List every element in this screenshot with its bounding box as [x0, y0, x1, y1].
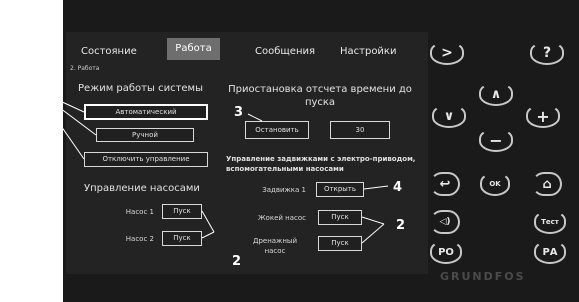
callout-1: 1	[30, 78, 40, 93]
minus-key[interactable]: −	[479, 128, 513, 152]
ok-key[interactable]: OK	[480, 172, 510, 196]
grundfos-logo: GRUNDFOS	[440, 270, 526, 283]
next-key[interactable]: >	[430, 41, 464, 65]
callout-2-right: 2	[396, 218, 406, 233]
mute-key[interactable]: ◁)	[430, 210, 460, 234]
home-key[interactable]: ⌂	[532, 172, 562, 196]
po-label: РО	[438, 246, 454, 258]
back-arrow-icon: ↩	[439, 176, 451, 192]
callout-4: 4	[393, 180, 403, 195]
help-icon: ?	[542, 45, 552, 61]
test-key[interactable]: Тест	[534, 210, 566, 234]
ok-label: OK	[489, 180, 501, 188]
callout-3: 3	[234, 105, 244, 120]
up-key[interactable]: ∧	[479, 82, 513, 106]
plus-key[interactable]: +	[526, 104, 560, 128]
down-arrow-icon: ∨	[443, 108, 455, 124]
plus-icon: +	[536, 106, 550, 126]
pa-label: РА	[542, 246, 558, 258]
minus-icon: −	[489, 130, 503, 150]
next-icon: >	[441, 45, 453, 61]
pa-key[interactable]: РА	[534, 240, 566, 264]
up-arrow-icon: ∧	[490, 86, 502, 102]
test-label: Тест	[541, 218, 559, 226]
back-key[interactable]: ↩	[430, 172, 460, 196]
speaker-icon: ◁)	[439, 217, 451, 227]
home-icon: ⌂	[542, 176, 552, 192]
callout-2-left: 2	[232, 254, 242, 269]
down-key[interactable]: ∨	[432, 104, 466, 128]
po-key[interactable]: РО	[430, 240, 462, 264]
help-key[interactable]: ?	[530, 41, 564, 65]
